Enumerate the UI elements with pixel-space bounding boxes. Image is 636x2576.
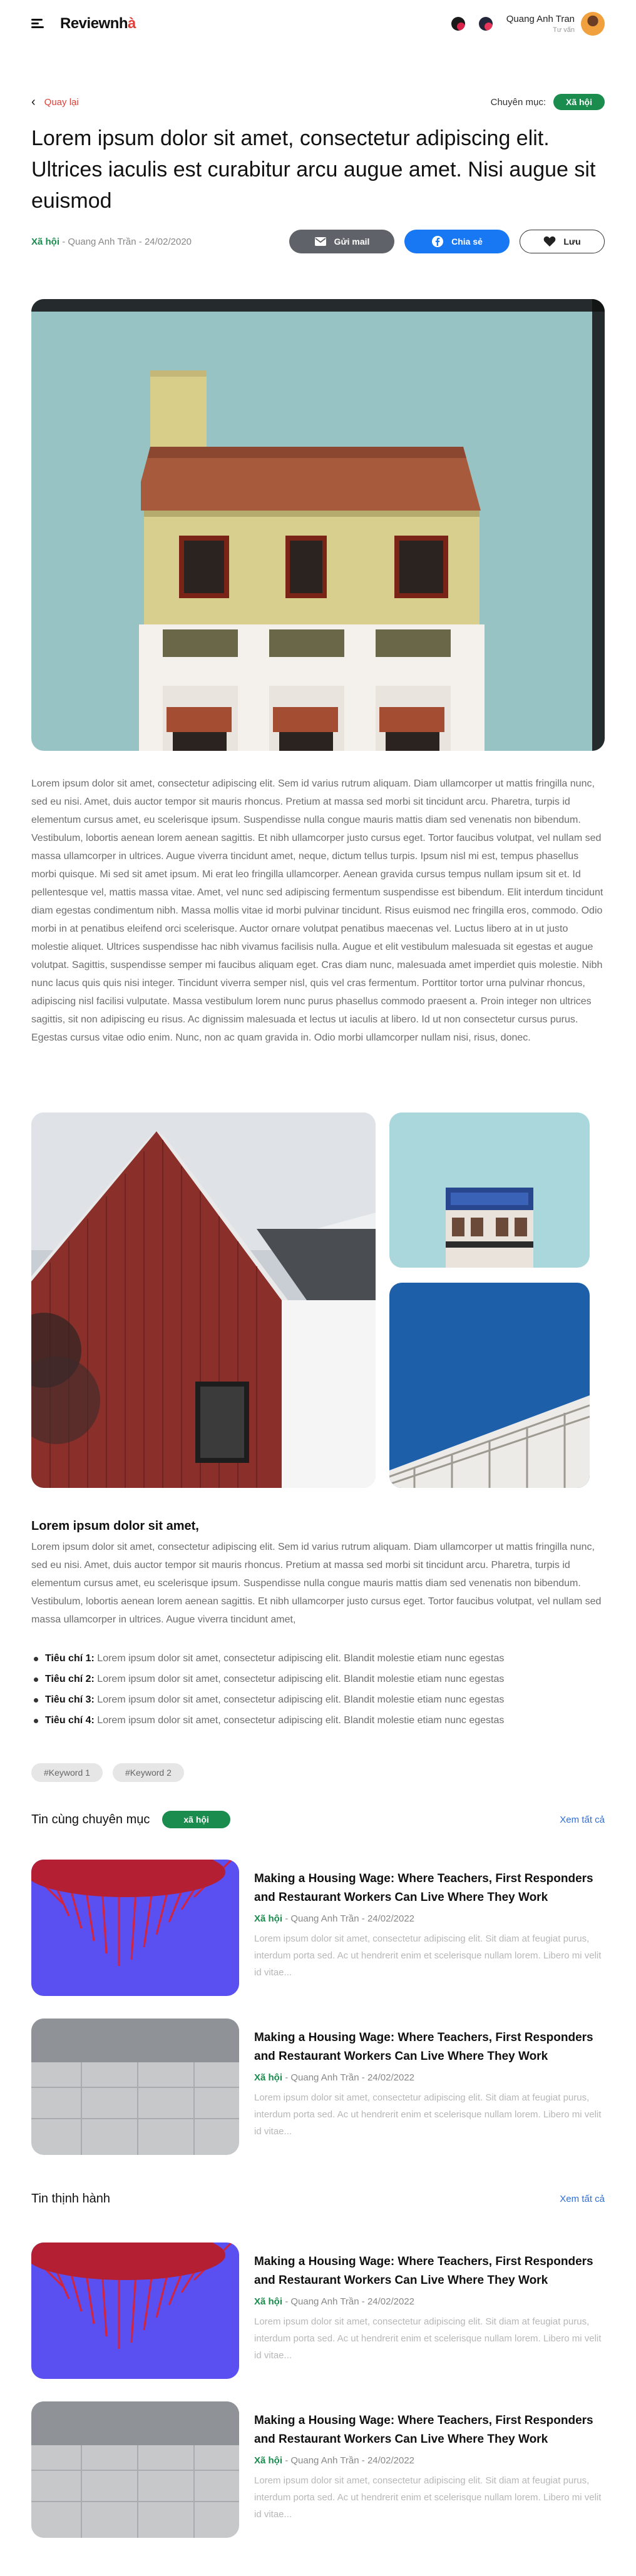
facebook-icon (431, 235, 444, 248)
category-label: Chuyên mục: (490, 96, 546, 108)
criteria-label: Tiêu chí 3: (45, 1694, 95, 1705)
card-category[interactable]: Xã hội (254, 2072, 282, 2083)
hamburger-menu-icon[interactable] (31, 19, 45, 29)
send-mail-button[interactable]: Gửi mail (289, 230, 394, 253)
mail-icon (314, 235, 327, 248)
language-vi-icon[interactable] (451, 17, 465, 31)
user-profile[interactable]: Quang Anh Tran Tư vấn (506, 12, 605, 36)
save-label: Lưu (563, 237, 581, 247)
article-author: Quang Anh Trần (68, 236, 136, 247)
card-thumbnail[interactable] (31, 2401, 239, 2538)
criteria-text: Lorem ipsum dolor sit amet, consectetur … (94, 1674, 505, 1684)
article-card: Making a Housing Wage: Where Teachers, F… (31, 1860, 605, 1996)
tag-list: #Keyword 1 #Keyword 2 (31, 1763, 184, 1782)
card-description: Lorem ipsum dolor sit amet, consectetur … (254, 2092, 602, 2137)
list-item: Tiêu chí 4: Lorem ipsum dolor sit amet, … (34, 1710, 605, 1731)
hero-image (31, 299, 605, 751)
criteria-label: Tiêu chí 2: (45, 1674, 95, 1684)
send-mail-label: Gửi mail (334, 237, 370, 247)
related-see-all-link[interactable]: Xem tất cả (560, 1815, 605, 1825)
criteria-label: Tiêu chí 1: (45, 1653, 95, 1664)
avatar[interactable] (581, 12, 605, 36)
related-category-pill[interactable]: xã hội (162, 1811, 230, 1828)
card-category[interactable]: Xã hội (254, 2296, 282, 2307)
article-card: Making a Housing Wage: Where Teachers, F… (31, 2401, 605, 2538)
trending-see-all-link[interactable]: Xem tất cả (560, 2194, 605, 2204)
language-ko-icon[interactable] (478, 17, 493, 31)
card-meta: Xã hội - Quang Anh Trần - 24/02/2022 (254, 2455, 415, 2466)
back-label: Quay lại (44, 96, 79, 108)
criteria-list: Tiêu chí 1: Lorem ipsum dolor sit amet, … (34, 1648, 605, 1731)
gallery-image-main[interactable] (31, 1112, 376, 1488)
section-subheading: Lorem ipsum dolor sit amet, (31, 1519, 199, 1533)
article-meta: Xã hội - Quang Anh Trần - 24/02/2020 (31, 236, 192, 247)
article-title: Lorem ipsum dolor sit amet, consectetur … (31, 126, 596, 213)
site-header: Reviewnhà Quang Anh Tran Tư vấn (0, 0, 636, 48)
card-date: 24/02/2022 (367, 2072, 415, 2083)
tag-chip[interactable]: #Keyword 1 (31, 1763, 103, 1782)
card-thumbnail[interactable] (31, 2019, 239, 2155)
article-paragraph: Lorem ipsum dolor sit amet, consectetur … (31, 778, 603, 1043)
card-author: Quang Anh Trần (290, 2455, 359, 2466)
card-description: Lorem ipsum dolor sit amet, consectetur … (254, 2475, 602, 2520)
gallery-image-bottom[interactable] (389, 1283, 590, 1488)
criteria-text: Lorem ipsum dolor sit amet, consectetur … (94, 1715, 505, 1726)
card-author: Quang Anh Trần (290, 1913, 359, 1924)
card-date: 24/02/2022 (367, 1913, 415, 1924)
trending-section-header: Tin thịnh hành Xem tất cả (31, 2187, 605, 2210)
card-thumbnail[interactable] (31, 1860, 239, 1996)
card-title[interactable]: Making a Housing Wage: Where Teachers, F… (254, 2411, 605, 2449)
card-date: 24/02/2022 (367, 2455, 415, 2466)
article-card: Making a Housing Wage: Where Teachers, F… (31, 2019, 605, 2155)
list-item: Tiêu chí 2: Lorem ipsum dolor sit amet, … (34, 1669, 605, 1689)
trending-section-title: Tin thịnh hành (31, 2191, 111, 2206)
card-thumbnail[interactable] (31, 2243, 239, 2379)
card-meta: Xã hội - Quang Anh Trần - 24/02/2022 (254, 2296, 415, 2307)
article-meta-row: Xã hội - Quang Anh Trần - 24/02/2020 Gửi… (31, 229, 605, 254)
article-date: 24/02/2020 (144, 236, 192, 247)
list-item: Tiêu chí 1: Lorem ipsum dolor sit amet, … (34, 1648, 605, 1669)
related-section-title: Tin cùng chuyên mục (31, 1812, 150, 1826)
card-author: Quang Anh Trần (290, 2296, 359, 2307)
related-section-header: Tin cùng chuyên mục xã hội Xem tất cả (31, 1808, 605, 1831)
tag-chip[interactable]: #Keyword 2 (112, 1763, 184, 1782)
chevron-left-icon: ‹ (31, 95, 36, 109)
card-title[interactable]: Making a Housing Wage: Where Teachers, F… (254, 2253, 605, 2290)
gallery-image-top[interactable] (389, 1112, 590, 1268)
save-button[interactable]: Lưu (520, 230, 605, 253)
list-item: Tiêu chí 3: Lorem ipsum dolor sit amet, … (34, 1689, 605, 1710)
card-author: Quang Anh Trần (290, 2072, 359, 2083)
criteria-label: Tiêu chí 4: (45, 1715, 95, 1726)
heart-icon (543, 235, 556, 248)
facebook-share-button[interactable]: Chia sẻ (404, 230, 510, 253)
card-meta: Xã hội - Quang Anh Trần - 24/02/2022 (254, 2072, 415, 2083)
card-description: Lorem ipsum dolor sit amet, consectetur … (254, 2316, 602, 2361)
card-title[interactable]: Making a Housing Wage: Where Teachers, F… (254, 2029, 605, 2066)
card-meta: Xã hội - Quang Anh Trần - 24/02/2022 (254, 1913, 415, 1924)
facebook-share-label: Chia sẻ (451, 237, 483, 247)
category-badge[interactable]: Xã hội (553, 94, 605, 110)
card-category[interactable]: Xã hội (254, 2455, 282, 2466)
criteria-text: Lorem ipsum dolor sit amet, consectetur … (94, 1653, 505, 1664)
article-card: Making a Housing Wage: Where Teachers, F… (31, 2243, 605, 2379)
criteria-text: Lorem ipsum dolor sit amet, consectetur … (94, 1694, 505, 1705)
card-category[interactable]: Xã hội (254, 1913, 282, 1924)
logo-text: Reviewnh (60, 15, 128, 32)
article-category[interactable]: Xã hội (31, 237, 59, 247)
article-paragraph-2: Lorem ipsum dolor sit amet, consectetur … (31, 1542, 602, 1625)
card-title[interactable]: Making a Housing Wage: Where Teachers, F… (254, 1870, 605, 1907)
site-logo[interactable]: Reviewnhà (60, 15, 136, 33)
back-link[interactable]: ‹ Quay lại (31, 96, 79, 108)
article-nav-row: ‹ Quay lại Chuyên mục: Xã hội (31, 94, 605, 110)
card-date: 24/02/2022 (367, 2296, 415, 2307)
logo-accent: à (128, 15, 136, 32)
user-role: Tư vấn (553, 26, 575, 34)
user-name: Quang Anh Tran (506, 14, 575, 24)
card-description: Lorem ipsum dolor sit amet, consectetur … (254, 1933, 602, 1978)
